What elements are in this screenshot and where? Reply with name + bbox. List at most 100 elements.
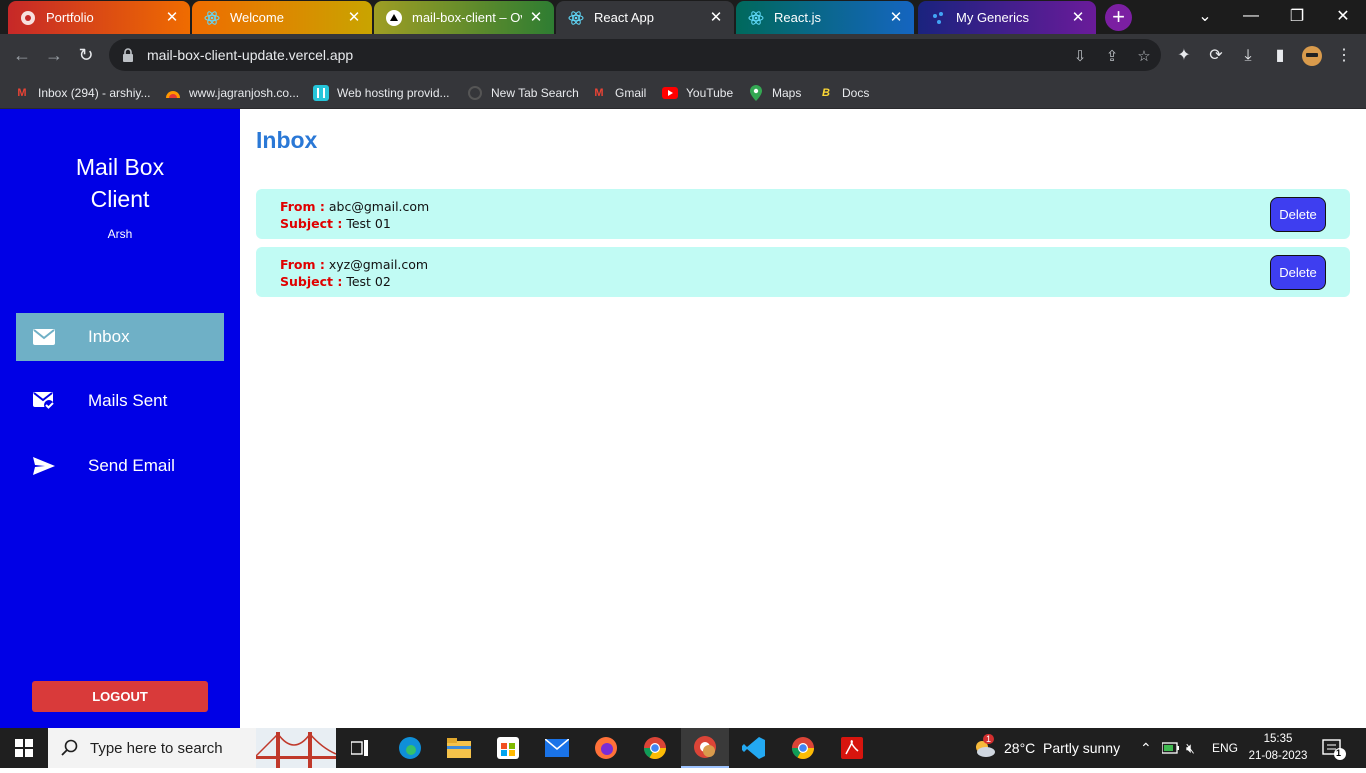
profile-avatar[interactable] xyxy=(1302,46,1322,66)
bookmark-label: New Tab Search xyxy=(491,86,579,100)
bookmark-label: YouTube xyxy=(686,86,734,100)
tab-my-generics[interactable]: My Generics ✕ xyxy=(918,1,1096,34)
bookmark-inbox[interactable]: M Inbox (294) - arshiy... xyxy=(14,83,151,103)
brand-line: Client xyxy=(90,186,150,212)
downloads-icon[interactable]: ⤓ xyxy=(1238,46,1258,66)
reload-icon[interactable]: ↻ xyxy=(74,43,98,67)
extensions-icon[interactable]: ✦ xyxy=(1174,46,1194,66)
from-label: From : xyxy=(280,199,325,214)
close-tab-icon[interactable]: ✕ xyxy=(164,9,180,26)
close-tab-icon[interactable]: ✕ xyxy=(346,9,362,26)
sidebar-item-label: Mails Sent xyxy=(88,391,168,410)
bookmark-jagranjosh[interactable]: www.jagranjosh.co... xyxy=(165,83,299,103)
clock[interactable]: 15:35 21-08-2023 xyxy=(1246,728,1310,768)
tab-reactjs[interactable]: React.js ✕ xyxy=(736,1,914,34)
from-value: xyz@gmail.com xyxy=(328,257,429,272)
chrome-profile-icon[interactable] xyxy=(681,728,729,768)
taskbar-search[interactable]: Type here to search xyxy=(48,728,337,768)
user-name: Arsh xyxy=(107,227,133,241)
sync-icon[interactable]: ⟳ xyxy=(1206,46,1226,66)
search-icon xyxy=(60,739,78,757)
clock-time: 15:35 xyxy=(1263,733,1293,745)
tab-vercel[interactable]: mail-box-client – Over ✕ xyxy=(374,1,554,34)
tab-search-icon[interactable]: ⌄ xyxy=(1182,0,1228,32)
back-icon[interactable]: ← xyxy=(10,43,34,67)
edge-icon[interactable] xyxy=(386,728,434,768)
microsoft-store-icon[interactable] xyxy=(484,728,532,768)
subject-label: Subject : xyxy=(280,216,343,231)
delete-button[interactable]: Delete xyxy=(1270,197,1326,232)
mail-from: From : abc@gmail.com xyxy=(280,199,429,214)
gmail-icon: M xyxy=(17,87,27,99)
logout-button[interactable]: LOGOUT xyxy=(32,681,208,712)
firefox-icon[interactable] xyxy=(582,728,630,768)
mail-list-item[interactable]: From : abc@gmail.com Subject : Test 01 D… xyxy=(256,189,1350,239)
battery-icon[interactable] xyxy=(1162,728,1180,768)
minimize-button[interactable]: — xyxy=(1228,0,1274,32)
volume-muted-icon[interactable]: 🔇︎ xyxy=(1186,728,1195,768)
new-tab-button[interactable]: + xyxy=(1105,4,1132,31)
sidebar-item-send-email[interactable]: Send Email xyxy=(16,442,224,490)
mail-from: From : xyz@gmail.com xyxy=(280,257,428,272)
mail-app-icon[interactable] xyxy=(533,728,581,768)
mail-subject: Subject : Test 01 xyxy=(280,216,391,231)
close-tab-icon[interactable]: ✕ xyxy=(528,9,544,26)
weather-text: 28°C Partly sunny xyxy=(1004,740,1121,756)
close-tab-icon[interactable]: ✕ xyxy=(888,9,904,26)
browser-toolbar: ← → ↻ mail-box-client-update.vercel.app … xyxy=(0,34,1366,76)
tab-react-app[interactable]: React App ✕ xyxy=(556,1,734,34)
weather-widget[interactable]: 1 28°C Partly sunny xyxy=(972,728,1120,768)
chrome-icon-2[interactable] xyxy=(779,728,827,768)
lock-icon xyxy=(121,48,135,62)
notification-count: 1 xyxy=(1336,748,1342,758)
newtab-icon xyxy=(467,85,483,101)
bookmark-label: Web hosting provid... xyxy=(337,86,450,100)
bookmark-label: Maps xyxy=(772,86,802,100)
vscode-icon[interactable] xyxy=(730,728,778,768)
share-icon[interactable]: ⇪ xyxy=(1103,47,1121,65)
forward-icon[interactable]: → xyxy=(42,43,66,67)
bookmark-maps[interactable]: Maps xyxy=(748,83,801,103)
vercel-icon xyxy=(386,9,402,26)
restore-button[interactable]: ❐ xyxy=(1274,0,1320,32)
from-label: From : xyxy=(280,257,325,272)
close-tab-icon[interactable]: ✕ xyxy=(1070,9,1086,26)
bookmark-new-tab-search[interactable]: New Tab Search xyxy=(467,83,579,103)
bookmark-youtube[interactable]: YouTube xyxy=(662,83,733,103)
notification-center-icon[interactable]: 1 xyxy=(1322,728,1346,768)
sidebar-item-inbox[interactable]: Inbox xyxy=(16,313,224,361)
side-panel-icon[interactable]: ▮ xyxy=(1270,46,1290,66)
close-window-button[interactable]: ✕ xyxy=(1320,0,1366,32)
bookmark-gmail[interactable]: M Gmail xyxy=(591,83,646,103)
acrobat-icon[interactable] xyxy=(828,728,876,768)
task-view-icon[interactable] xyxy=(336,728,384,768)
sidebar-item-mails-sent[interactable]: Mails Sent xyxy=(16,377,224,425)
chrome-icon[interactable] xyxy=(631,728,679,768)
show-hidden-icons[interactable]: ⌃ xyxy=(1140,728,1152,768)
hosting-icon xyxy=(313,85,329,101)
bookmark-web-hosting[interactable]: Web hosting provid... xyxy=(313,83,450,103)
react-icon xyxy=(568,10,584,26)
language-indicator[interactable]: ENG xyxy=(1212,728,1238,768)
subject-label: Subject : xyxy=(280,274,343,289)
bookmark-label: Inbox (294) - arshiy... xyxy=(38,86,151,100)
tab-portfolio[interactable]: Portfolio ✕ xyxy=(8,1,190,34)
mail-list-item[interactable]: From : xyz@gmail.com Subject : Test 02 D… xyxy=(256,247,1350,297)
bookmark-label: Docs xyxy=(842,86,870,100)
delete-button[interactable]: Delete xyxy=(1270,255,1326,290)
weather-badge: 1 xyxy=(983,734,995,744)
mailbox-app: Mail Box Client Arsh Inbox Mails Sent Se… xyxy=(0,109,1366,728)
tab-welcome[interactable]: Welcome ✕ xyxy=(192,1,372,34)
sidebar: Mail Box Client Arsh Inbox Mails Sent Se… xyxy=(0,109,240,728)
menu-icon[interactable]: ⋮ xyxy=(1334,46,1354,66)
file-explorer-icon[interactable] xyxy=(435,728,483,768)
install-app-icon[interactable]: ⇩ xyxy=(1071,47,1089,65)
close-tab-icon[interactable]: ✕ xyxy=(708,9,724,26)
address-bar[interactable]: mail-box-client-update.vercel.app ⇩ ⇪ ☆ xyxy=(109,39,1161,71)
bookmark-star-icon[interactable]: ☆ xyxy=(1135,47,1153,65)
windows-start-icon[interactable] xyxy=(0,728,48,768)
bookmark-docs[interactable]: B Docs xyxy=(818,83,869,103)
tab-title: Portfolio xyxy=(46,10,94,25)
from-value: abc@gmail.com xyxy=(328,199,430,214)
send-icon xyxy=(33,455,55,477)
